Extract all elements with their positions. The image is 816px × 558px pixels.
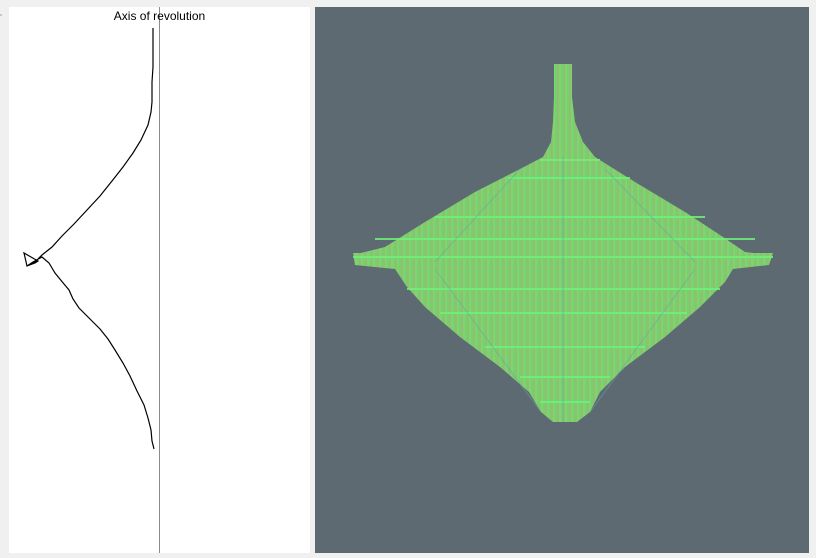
mesh-lower-cone (395, 269, 733, 422)
window-edge-mark (0, 14, 2, 16)
mesh-neck (543, 64, 595, 157)
mesh-upper-cone (353, 157, 770, 255)
revolved-mesh-render (353, 64, 773, 422)
profile-curve-svg (23, 28, 155, 450)
3d-preview-viewport[interactable] (315, 7, 809, 553)
profile-drawing-canvas[interactable]: Axis of revolution (9, 7, 310, 553)
profile-curve (23, 28, 155, 450)
